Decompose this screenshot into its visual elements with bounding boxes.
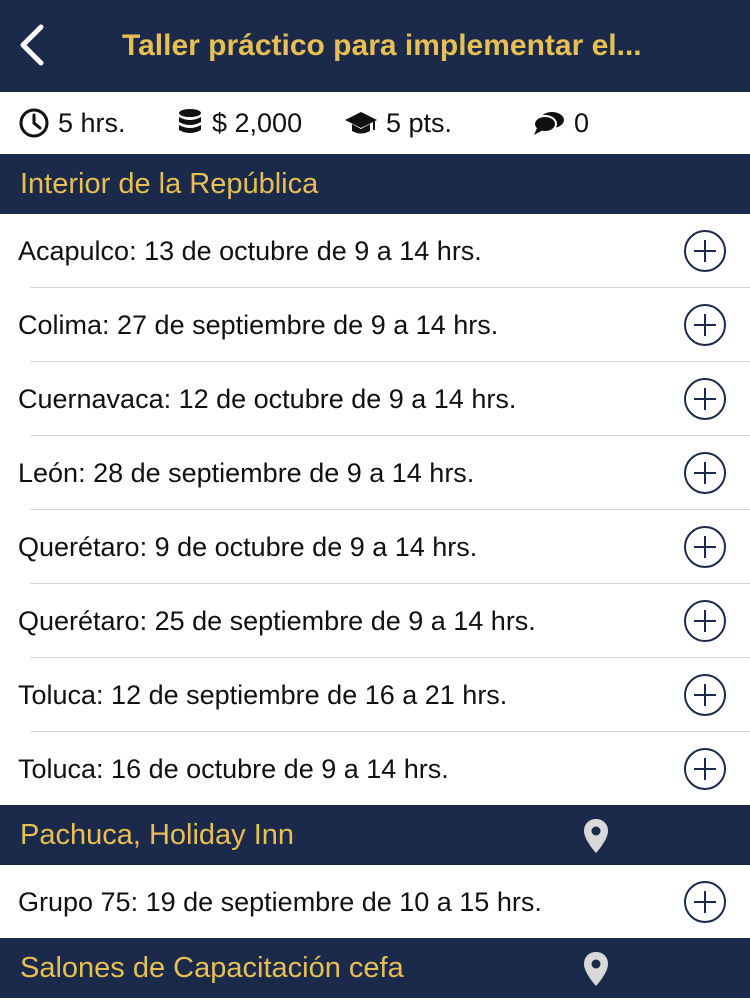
list-item[interactable]: Querétaro: 25 de septiembre de 9 a 14 hr…: [0, 584, 750, 658]
add-circle-icon[interactable]: [683, 451, 727, 495]
database-icon: [179, 109, 201, 133]
list-item[interactable]: Grupo 75: 19 de septiembre de 10 a 15 hr…: [0, 865, 750, 939]
event-text: Grupo 75: 19 de septiembre de 10 a 15 hr…: [18, 886, 542, 917]
section-header-pachuca: Pachuca, Holiday Inn: [0, 805, 750, 865]
comments-info[interactable]: 0: [532, 92, 589, 154]
navigation-bar: Taller práctico para implementar el...: [0, 0, 750, 92]
add-circle-icon[interactable]: [683, 377, 727, 421]
cost-info: $ 2,000: [176, 92, 302, 154]
list-item[interactable]: Acapulco: 13 de octubre de 9 a 14 hrs.: [0, 214, 750, 288]
event-text: Toluca: 12 de septiembre de 16 a 21 hrs.: [18, 679, 508, 710]
map-pin-icon[interactable]: [583, 818, 609, 854]
add-circle-icon[interactable]: [683, 880, 727, 924]
add-circle-icon[interactable]: [683, 673, 727, 717]
back-button[interactable]: [12, 18, 52, 72]
section-title: Pachuca, Holiday Inn: [20, 818, 295, 851]
add-circle-icon[interactable]: [683, 303, 727, 347]
list-item[interactable]: Toluca: 12 de septiembre de 16 a 21 hrs.: [0, 658, 750, 732]
add-circle-icon[interactable]: [683, 747, 727, 791]
duration-info: 5 hrs.: [18, 92, 126, 154]
points-info: 5 pts.: [344, 92, 452, 154]
event-text: León: 28 de septiembre de 9 a 14 hrs.: [18, 457, 475, 488]
event-text: Acapulco: 13 de octubre de 9 a 14 hrs.: [18, 235, 482, 266]
page-title: Taller práctico para implementar el...: [122, 29, 642, 62]
chevron-left-icon: [20, 24, 44, 66]
list-item[interactable]: León: 28 de septiembre de 9 a 14 hrs.: [0, 436, 750, 510]
comments-icon: [533, 112, 564, 135]
section-header-interior: Interior de la República: [0, 154, 750, 214]
event-text: Cuernavaca: 12 de octubre de 9 a 14 hrs.: [18, 383, 517, 414]
map-pin-icon[interactable]: [583, 951, 609, 987]
points-text: 5 pts.: [386, 107, 453, 138]
graduation-cap-icon: [345, 112, 377, 134]
add-circle-icon[interactable]: [683, 525, 727, 569]
event-text: Querétaro: 25 de septiembre de 9 a 14 hr…: [18, 605, 536, 636]
cost-text: $ 2,000: [212, 107, 303, 138]
add-circle-icon[interactable]: [683, 599, 727, 643]
comments-count: 0: [574, 107, 590, 138]
duration-text: 5 hrs.: [58, 107, 126, 138]
list-item[interactable]: Toluca: 16 de octubre de 9 a 14 hrs.: [0, 732, 750, 806]
section-title: Interior de la República: [20, 167, 319, 200]
list-item[interactable]: Cuernavaca: 12 de octubre de 9 a 14 hrs.: [0, 362, 750, 436]
event-text: Colima: 27 de septiembre de 9 a 14 hrs.: [18, 309, 499, 340]
event-text: Querétaro: 9 de octubre de 9 a 14 hrs.: [18, 531, 478, 562]
course-meta-bar: 5 hrs. $ 2,000 5 pts. 0: [0, 92, 750, 154]
section-title: Salones de Capacitación cefa: [20, 951, 404, 984]
event-text: Toluca: 16 de octubre de 9 a 14 hrs.: [18, 753, 449, 784]
list-item[interactable]: Querétaro: 9 de octubre de 9 a 14 hrs.: [0, 510, 750, 584]
add-circle-icon[interactable]: [683, 229, 727, 273]
clock-icon: [19, 108, 49, 138]
section-header-salones: Salones de Capacitación cefa: [0, 938, 750, 998]
list-item[interactable]: Colima: 27 de septiembre de 9 a 14 hrs.: [0, 288, 750, 362]
